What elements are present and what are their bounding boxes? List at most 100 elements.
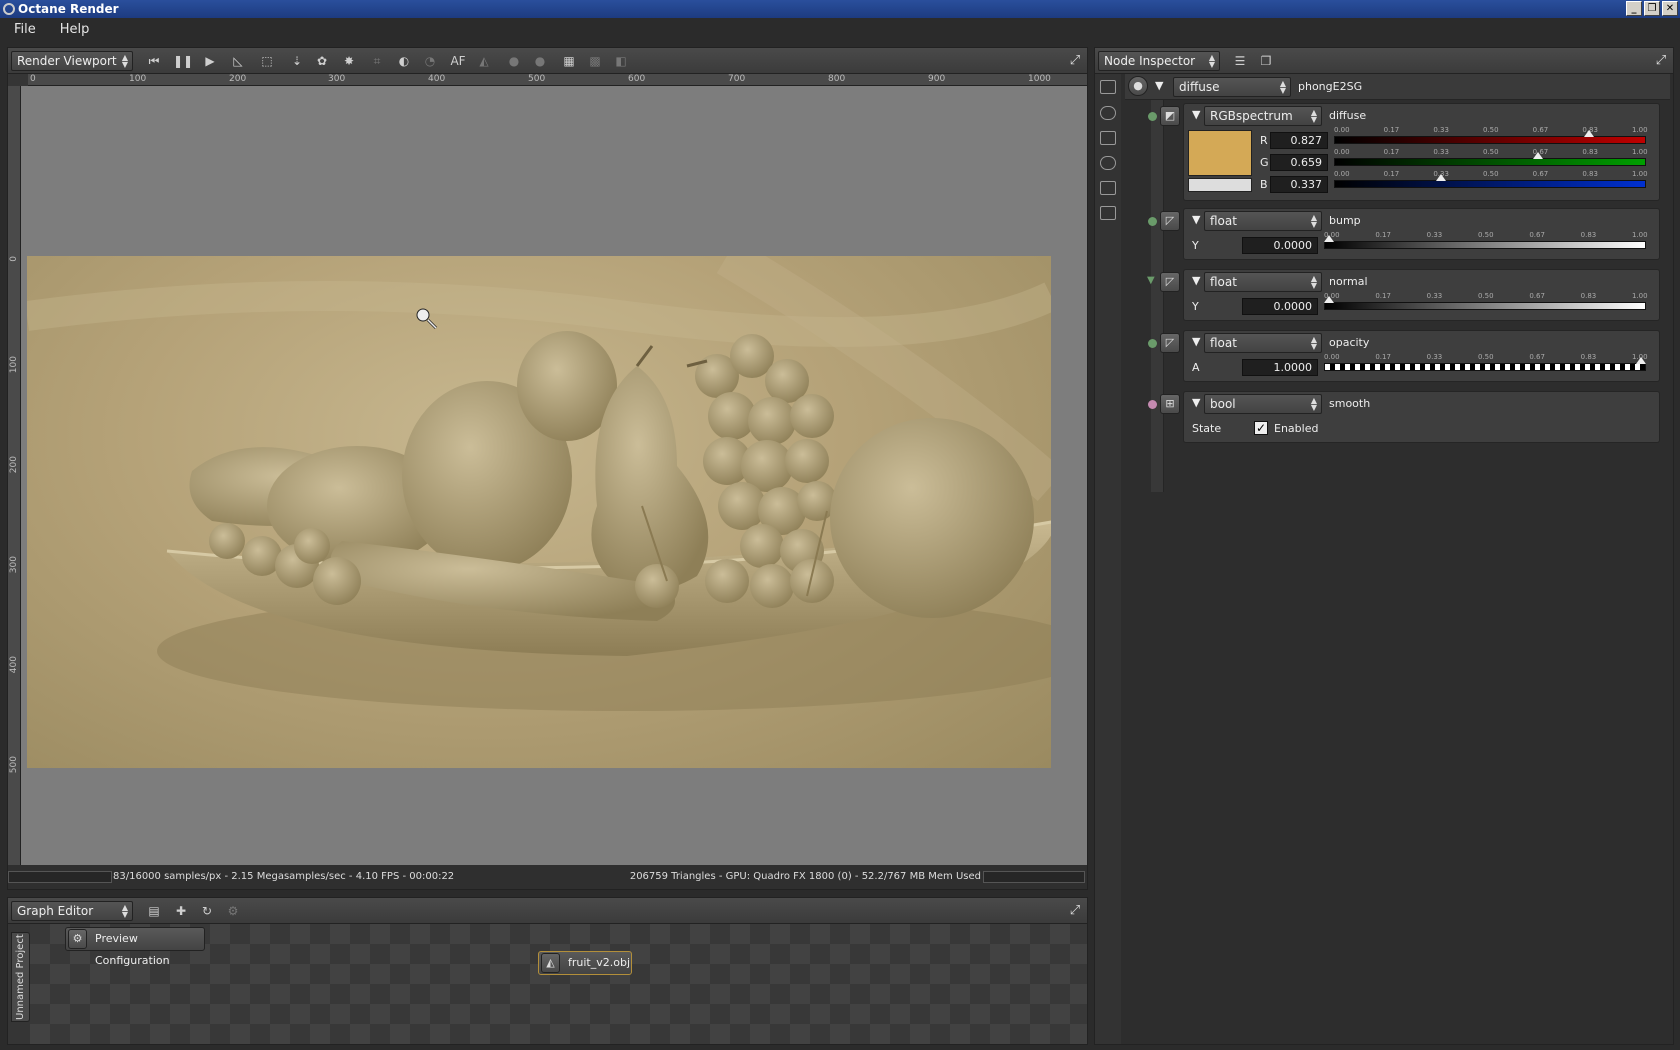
af-picker-icon[interactable]: ⌗ <box>367 52 387 70</box>
normal-type-select[interactable]: float ▲ ▼ <box>1204 272 1322 292</box>
diffuse-pin[interactable] <box>1148 112 1157 121</box>
split-view-icon[interactable]: ◧ <box>611 52 631 70</box>
settings-icon[interactable]: ⚙ <box>223 902 243 920</box>
slider-tick-label: 1.00 <box>1632 231 1648 239</box>
normal-value-field[interactable]: 0.0000 <box>1242 298 1318 315</box>
blue-slider[interactable]: 0.00 0.17 0.33 0.50 0.67 0.83 1.00 <box>1334 170 1648 190</box>
viewport-mode-select[interactable]: Render Viewport ▲ ▼ <box>11 51 133 71</box>
focus-picker-icon[interactable]: ◺ <box>228 52 248 70</box>
smooth-type-select[interactable]: bool ▲ ▼ <box>1204 394 1322 414</box>
bump-pin[interactable] <box>1148 217 1157 226</box>
graph-mode-select[interactable]: Graph Editor ▲ ▼ <box>11 901 133 921</box>
maximize-viewport-icon[interactable]: ⤢ <box>1066 52 1084 70</box>
opacity-type-select[interactable]: float ▲ ▼ <box>1204 333 1322 353</box>
imager-icon[interactable] <box>1100 206 1116 220</box>
render-canvas-area[interactable] <box>21 86 1087 865</box>
opacity-pin[interactable] <box>1148 339 1157 348</box>
region-icon[interactable]: ⬚ <box>257 52 277 70</box>
opacity-collapse-toggle[interactable]: ▼ <box>1192 335 1200 348</box>
slider-tick-label: 1.00 <box>1632 148 1648 156</box>
opacity-slider[interactable]: 0.00 0.17 0.33 0.50 0.67 0.83 1.00 <box>1324 353 1648 373</box>
render-image[interactable] <box>27 256 1051 768</box>
normal-pin[interactable]: ▼ <box>1147 275 1155 286</box>
root-type-select[interactable]: diffuse ▲ ▼ <box>1173 77 1291 97</box>
slider-tick-label: 0.50 <box>1483 148 1499 156</box>
inspector-mode-select[interactable]: Node Inspector ▲ ▼ <box>1098 51 1220 71</box>
alpha-icon[interactable]: ▩ <box>585 52 605 70</box>
inspector-side-toolbar <box>1095 74 1121 1044</box>
menu-file[interactable]: File <box>14 18 36 42</box>
image-icon[interactable] <box>1100 181 1116 195</box>
camera-target-icon[interactable]: ⇣ <box>287 52 307 70</box>
grid-icon[interactable]: ▦ <box>559 52 579 70</box>
layers-icon[interactable] <box>1100 131 1116 145</box>
ruler-vertical: 0 100 200 300 400 500 <box>8 86 21 865</box>
slider-tick-label: 0.50 <box>1483 170 1499 178</box>
opacity-name: opacity <box>1329 336 1370 349</box>
slider-thumb[interactable] <box>1324 296 1334 303</box>
smooth-section: ▼ bool ▲ ▼ smooth State ✓ Enabled <box>1183 391 1660 443</box>
maximize-inspector-icon[interactable]: ⤢ <box>1652 52 1670 70</box>
maximize-graph-icon[interactable]: ⤢ <box>1066 902 1084 920</box>
autofocus-toggle[interactable]: AF <box>448 52 468 70</box>
octane-app-icon <box>3 3 15 15</box>
refresh-icon[interactable]: ↻ <box>197 902 217 920</box>
smooth-collapse-toggle[interactable]: ▼ <box>1192 396 1200 409</box>
red-slider[interactable]: 0.00 0.17 0.33 0.50 0.67 0.83 1.00 <box>1334 126 1648 146</box>
blue-value-field[interactable]: 0.337 <box>1270 176 1328 193</box>
diffuse-type-select[interactable]: RGBspectrum ▲ ▼ <box>1204 106 1322 126</box>
normal-collapse-toggle[interactable]: ▼ <box>1192 274 1200 287</box>
slider-tick-label: 0.33 <box>1426 353 1443 361</box>
light-icon[interactable]: ✸ <box>339 52 359 70</box>
bump-type-select[interactable]: float ▲ ▼ <box>1204 211 1322 231</box>
restore-button[interactable]: ❐ <box>1644 1 1660 16</box>
slider-tick-label: 0.17 <box>1375 231 1391 239</box>
color-swatch[interactable] <box>1188 130 1252 176</box>
bump-collapse-toggle[interactable]: ▼ <box>1192 213 1200 226</box>
slider-thumb[interactable] <box>1435 174 1446 181</box>
opacity-value-field[interactable]: 1.0000 <box>1242 359 1318 376</box>
material-picker-icon[interactable]: ✿ <box>312 52 332 70</box>
red-value-field[interactable]: 0.827 <box>1270 132 1328 149</box>
play-icon[interactable]: ▶ <box>200 52 220 70</box>
slider-thumb[interactable] <box>1533 152 1544 159</box>
diffuse-collapse-toggle[interactable]: ▼ <box>1192 108 1200 121</box>
render-target-icon[interactable] <box>1100 80 1116 94</box>
root-collapse-toggle[interactable]: ▼ <box>1155 79 1163 92</box>
copy-node-icon[interactable]: ❐ <box>1256 52 1276 70</box>
normal-slider[interactable]: 0.00 0.17 0.33 0.50 0.67 0.83 1.00 <box>1324 292 1648 312</box>
config-icon: ⚙ <box>68 929 87 949</box>
pause-icon[interactable]: ❚❚ <box>173 52 193 70</box>
material-sphere-icon: ● <box>1128 76 1148 96</box>
bump-slider[interactable]: 0.00 0.17 0.33 0.50 0.67 0.83 1.00 <box>1324 231 1648 251</box>
restart-render-icon[interactable]: ⏮ <box>144 52 164 70</box>
bump-value-field[interactable]: 0.0000 <box>1242 237 1318 254</box>
clay-mode-icon[interactable]: ● <box>504 52 524 70</box>
slider-tick-label: 0.00 <box>1334 126 1350 134</box>
camera-icon[interactable] <box>1100 106 1116 120</box>
environment-icon[interactable] <box>1100 156 1116 170</box>
slider-tick-label: 1.00 <box>1632 170 1648 178</box>
subsample-icon[interactable]: ● <box>530 52 550 70</box>
mesh-node-fruit[interactable]: ◭ fruit_v2.obj <box>538 951 632 975</box>
slider-thumb[interactable] <box>1636 357 1646 364</box>
project-tab[interactable]: Unnamed Project <box>11 932 30 1022</box>
add-node-icon[interactable]: ✚ <box>171 902 191 920</box>
smooth-enabled-checkbox[interactable]: ✓ <box>1254 421 1268 435</box>
slider-tick-label: 0.17 <box>1375 353 1391 361</box>
dof-icon[interactable]: ◔ <box>420 52 440 70</box>
slider-thumb[interactable] <box>1324 235 1334 242</box>
preview-configuration-node[interactable]: ⚙ Preview Configuration <box>65 927 205 967</box>
slider-thumb[interactable] <box>1583 130 1594 137</box>
white-balance-icon[interactable]: ◐ <box>394 52 414 70</box>
lock-icon[interactable]: ◭ <box>474 52 494 70</box>
close-button[interactable]: ✕ <box>1662 1 1678 16</box>
load-scene-icon[interactable]: ▤ <box>144 902 164 920</box>
collapse-all-icon[interactable]: ☰ <box>1230 52 1250 70</box>
green-value-field[interactable]: 0.659 <box>1270 154 1328 171</box>
menu-help[interactable]: Help <box>60 18 90 42</box>
smooth-pin[interactable] <box>1148 400 1157 409</box>
minimize-button[interactable]: _ <box>1626 1 1642 16</box>
green-slider[interactable]: 0.00 0.17 0.33 0.50 0.67 0.83 1.00 <box>1334 148 1648 168</box>
graph-canvas[interactable]: ⚙ Preview Configuration ◭ fruit_v2.obj <box>30 924 1087 1044</box>
